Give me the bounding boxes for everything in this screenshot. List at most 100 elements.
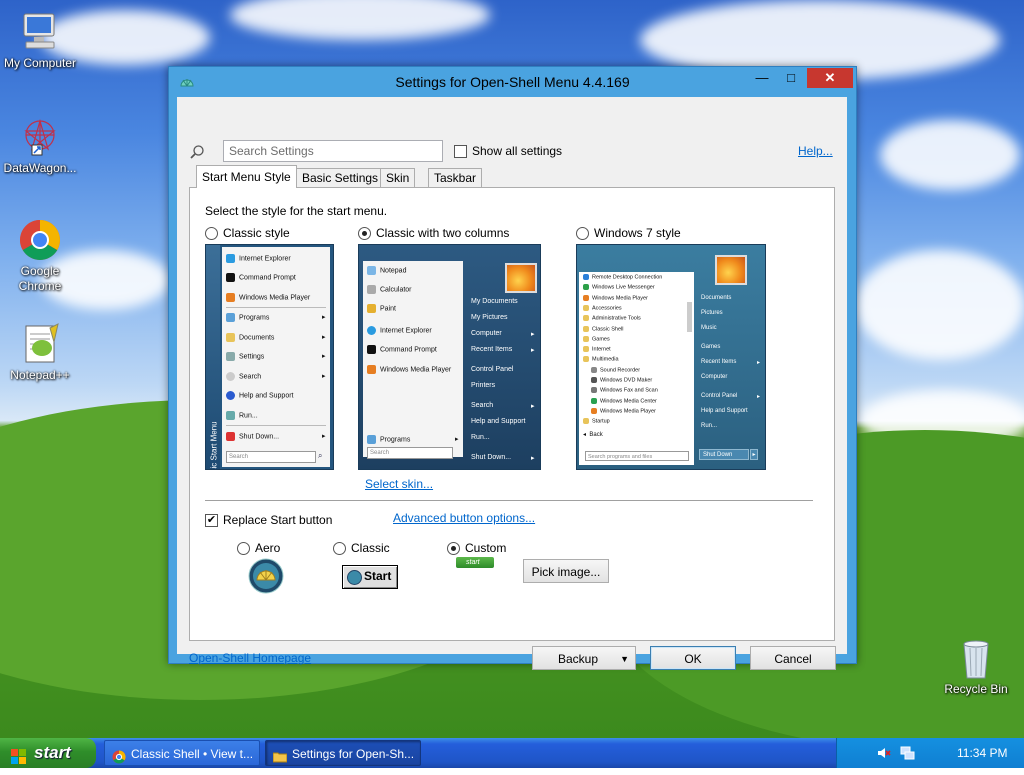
ok-button[interactable]: OK: [650, 646, 736, 670]
style-heading: Select the style for the start menu.: [205, 204, 388, 218]
radio-dot[interactable]: [447, 541, 460, 555]
network-icon[interactable]: [899, 745, 915, 764]
maximize-button[interactable]: □: [778, 68, 804, 88]
windows-7-style-radio[interactable]: Windows 7 style: [576, 226, 681, 240]
desktop-icon-label: My Computer: [3, 56, 77, 70]
desktop-icon-datawagon[interactable]: DataWagon...: [0, 115, 80, 176]
aero-start-orb-icon: [248, 558, 284, 594]
shell-icon: [347, 570, 362, 585]
custom-start-button-preview: start: [456, 557, 494, 568]
program-icon: [583, 346, 589, 353]
minimize-icon: —: [755, 70, 769, 85]
pick-image-button[interactable]: Pick image...: [523, 559, 609, 583]
preview-item: Windows Media Player: [591, 407, 656, 414]
preview-item: Documents ▸: [226, 333, 326, 342]
advanced-button-options-link[interactable]: Advanced button options...: [393, 511, 535, 525]
recycle-bin-icon: [954, 636, 998, 680]
program-icon: [583, 315, 589, 322]
help-link[interactable]: Help...: [798, 144, 833, 158]
show-all-settings-checkbox[interactable]: Show all settings: [454, 144, 562, 158]
search-input[interactable]: [223, 140, 443, 162]
custom-label: Custom: [465, 541, 507, 555]
program-icon: [591, 387, 597, 394]
preview-right-item: Search ▸: [471, 402, 535, 410]
radio-dot[interactable]: [576, 226, 589, 240]
backup-button[interactable]: Backup ▼: [532, 646, 636, 670]
title-bar[interactable]: Settings for Open-Shell Menu 4.4.169 — □…: [169, 67, 856, 97]
custom-button-radio[interactable]: Custom: [447, 541, 506, 555]
preview-right-item: Games: [701, 344, 721, 350]
replace-start-button-checkbox[interactable]: ✔ Replace Start button: [205, 513, 332, 527]
preview-item: Accessories: [583, 304, 622, 311]
task-settings-open-shell[interactable]: Settings for Open-Sh...: [265, 740, 421, 766]
preview-side-label: Classic Start Menu: [209, 421, 219, 470]
separator: [205, 500, 813, 501]
cancel-button[interactable]: Cancel: [750, 646, 836, 670]
datawagon-icon: [18, 115, 62, 159]
replace-start-button-label: Replace Start button: [223, 513, 333, 527]
preview-item: Windows Live Messenger: [583, 284, 655, 291]
preview-item: Internet: [583, 346, 611, 353]
classic-two-columns-radio[interactable]: Classic with two columns: [358, 226, 509, 240]
program-icon: [591, 366, 597, 373]
aero-label: Aero: [255, 541, 281, 555]
tab-skin[interactable]: Skin: [380, 168, 416, 188]
aero-button-radio[interactable]: Aero: [237, 541, 280, 555]
desktop-icon-recycle-bin[interactable]: Recycle Bin: [934, 636, 1018, 697]
minimize-button[interactable]: —: [749, 68, 775, 88]
classic-style-preview[interactable]: Classic Start Menu Internet Explorer Com…: [205, 244, 334, 470]
program-icon: [583, 335, 589, 342]
desktop-icon-my-computer[interactable]: My Computer: [0, 10, 80, 71]
task-classic-shell-chrome[interactable]: Classic Shell • View t...: [104, 740, 260, 766]
cloud: [855, 250, 1024, 360]
tab-taskbar[interactable]: Taskbar: [428, 168, 483, 188]
desktop-icon-notepad-plus-plus[interactable]: Notepad++: [0, 322, 80, 383]
checkbox-box[interactable]: [454, 144, 467, 158]
tab-start-menu-style[interactable]: Start Menu Style: [196, 165, 297, 188]
preview-right-item: Run...: [701, 423, 718, 429]
tab-panel: Select the style for the start menu. Cla…: [189, 187, 835, 641]
preview-item: Shut Down... ▸: [226, 432, 326, 441]
radio-dot[interactable]: [205, 226, 218, 240]
windows-7-style-label: Windows 7 style: [594, 226, 681, 240]
volume-muted-icon[interactable]: [877, 746, 891, 763]
preview-right-item: My Pictures: [471, 314, 508, 321]
windows-flag-icon: [11, 745, 27, 764]
clock[interactable]: 11:34 PM: [957, 746, 1007, 760]
start-button[interactable]: start: [0, 738, 96, 768]
radio-dot[interactable]: [333, 541, 346, 555]
classic-style-label: Classic style: [223, 226, 290, 240]
preview-item: Command Prompt: [367, 345, 437, 354]
preview-item: Paint: [367, 304, 396, 313]
tab-basic-settings[interactable]: Basic Settings: [296, 168, 385, 188]
windows-7-preview[interactable]: Remote Desktop Connection Windows Live Me…: [576, 244, 766, 470]
window-client-area: Show all settings Help... Start Menu Sty…: [177, 97, 847, 670]
classic-button-radio[interactable]: Classic: [333, 541, 390, 555]
system-tray: 11:34 PM: [836, 738, 1024, 768]
preview-right-item: My Documents: [471, 298, 518, 305]
preview-item: Settings ▸: [226, 352, 326, 361]
checkbox-box[interactable]: ✔: [205, 513, 218, 527]
program-icon: [583, 325, 589, 332]
close-button[interactable]: ✕: [807, 68, 853, 88]
select-skin-link[interactable]: Select skin...: [365, 477, 433, 491]
radio-dot[interactable]: [237, 541, 250, 555]
backup-label: Backup: [557, 652, 599, 666]
preview-search: Search: [367, 447, 453, 459]
preview-item: Classic Shell: [583, 325, 623, 332]
preview-right-item: Help and Support: [471, 418, 526, 425]
open-shell-homepage-link[interactable]: Open-Shell Homepage: [189, 651, 311, 665]
desktop-icon-google-chrome[interactable]: Google Chrome: [0, 218, 80, 294]
two-column-preview[interactable]: Notepad Calculator Paint Internet Explor…: [358, 244, 541, 470]
preview-item: Notepad: [367, 266, 406, 275]
preview-right-item: Printers: [471, 382, 496, 389]
desktop-icon-label: Google Chrome: [18, 264, 62, 293]
preview-item: Search ▸: [226, 372, 326, 381]
preview-shutdown-button: Shut Down: [699, 449, 749, 460]
radio-dot[interactable]: [358, 226, 371, 240]
notepad-plus-plus-icon: [18, 322, 62, 366]
preview-item: Calculator: [367, 285, 412, 294]
preview-item: Run...: [226, 411, 258, 420]
program-icon: [583, 304, 589, 311]
classic-style-radio[interactable]: Classic style: [205, 226, 290, 240]
